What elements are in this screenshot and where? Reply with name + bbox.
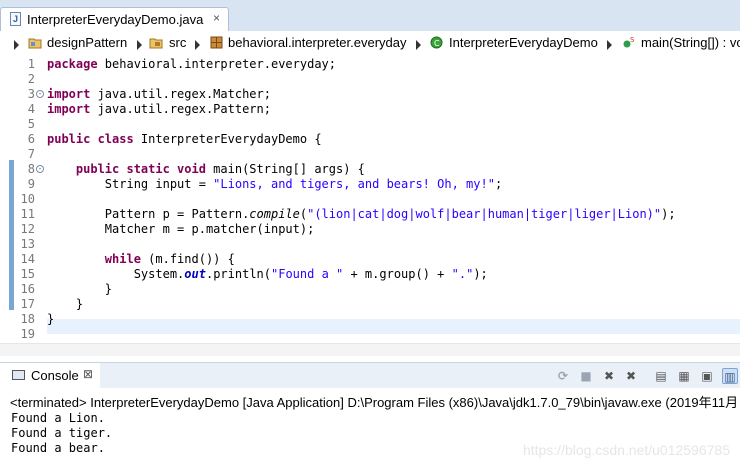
svg-text:C: C bbox=[434, 39, 440, 48]
console-output-line: Found a tiger. bbox=[11, 426, 113, 440]
remove-all-terminated-icon[interactable]: ✖ bbox=[623, 368, 639, 384]
code-line-18: } bbox=[47, 312, 55, 326]
breadcrumb-item-class[interactable]: InterpreterEverydayDemo bbox=[449, 35, 598, 50]
line-number: 3 bbox=[27, 87, 35, 101]
chevron-right-icon bbox=[195, 40, 200, 50]
code-line-3: import java.util.regex.Matcher; bbox=[47, 87, 271, 101]
chevron-right-icon bbox=[607, 40, 612, 50]
line-number: 8 bbox=[27, 162, 35, 176]
line-number: 16 bbox=[20, 282, 35, 296]
code-line-9: String input = "Lions, and tigers, and b… bbox=[104, 177, 503, 191]
horizontal-scrollbar[interactable] bbox=[0, 343, 740, 356]
line-number: 1 bbox=[27, 57, 35, 71]
code-line-11: Pattern p = Pattern.compile("(lion|cat|d… bbox=[104, 207, 676, 221]
line-number: 12 bbox=[20, 222, 35, 236]
terminate-icon[interactable]: ■ bbox=[578, 368, 594, 384]
line-number: 15 bbox=[20, 267, 35, 281]
line-number: 17 bbox=[20, 297, 35, 311]
line-number: 7 bbox=[27, 147, 35, 161]
fold-toggle-icon[interactable]: - bbox=[36, 90, 44, 98]
line-number: 13 bbox=[20, 237, 35, 251]
code-editor[interactable]: 1 2 3 4 5 6 7 8 9 10 11 12 13 14 15 16 1… bbox=[0, 55, 740, 356]
clear-console-icon[interactable]: ▤ bbox=[653, 368, 669, 384]
line-number: 14 bbox=[20, 252, 35, 266]
java-file-icon: J bbox=[10, 12, 21, 26]
show-on-output-icon[interactable]: ▣ bbox=[699, 368, 715, 384]
line-number: 4 bbox=[27, 102, 35, 116]
line-number: 19 bbox=[20, 327, 35, 341]
pin-console-icon[interactable]: ▥ bbox=[722, 368, 738, 384]
console-tab[interactable]: Console ⊠ bbox=[0, 363, 100, 388]
project-icon bbox=[28, 38, 42, 49]
package-folder-icon bbox=[149, 38, 163, 49]
code-line-15: System.out.println("Found a " + m.group(… bbox=[133, 267, 488, 281]
svg-text:S: S bbox=[630, 36, 635, 44]
line-number: 18 bbox=[20, 312, 35, 326]
breadcrumb-item-project[interactable]: designPattern bbox=[47, 35, 127, 50]
class-icon: C bbox=[430, 36, 443, 49]
method-icon: S bbox=[623, 36, 635, 48]
breadcrumb-item-package[interactable]: behavioral.interpreter.everyday bbox=[228, 35, 407, 50]
code-line-8: public static void main(String[] args) { bbox=[75, 162, 365, 176]
code-line-16: } bbox=[104, 282, 113, 296]
close-console-icon[interactable]: ⊠ bbox=[83, 367, 93, 381]
remove-launch-icon[interactable]: ✖ bbox=[601, 368, 617, 384]
console-tab-label: Console bbox=[31, 368, 79, 383]
chevron-right-icon bbox=[14, 40, 19, 50]
editor-tab[interactable]: J InterpreterEverydayDemo.java × bbox=[0, 7, 229, 31]
line-number: 9 bbox=[27, 177, 35, 191]
line-number: 11 bbox=[20, 207, 35, 221]
editor-tab-strip: J InterpreterEverydayDemo.java × bbox=[0, 0, 740, 31]
current-line-highlight bbox=[47, 319, 740, 334]
console-output-line: Found a Lion. bbox=[11, 411, 105, 425]
console-output[interactable]: <terminated> InterpreterEverydayDemo [Ja… bbox=[0, 388, 740, 472]
left-ruler bbox=[0, 55, 6, 355]
console-output-line: Found a bear. bbox=[11, 441, 105, 455]
line-number: 2 bbox=[27, 72, 35, 86]
code-line-17: } bbox=[75, 297, 84, 311]
line-number: 6 bbox=[27, 132, 35, 146]
line-number: 10 bbox=[20, 192, 35, 206]
console-toolbar: Console ⊠ ⟳ ■ ✖ ✖ ▤ ▦ ▣ ▥ bbox=[0, 362, 740, 388]
close-tab-icon[interactable]: × bbox=[213, 11, 220, 25]
breadcrumb-item-method[interactable]: main(String[]) : vo bbox=[641, 35, 740, 50]
code-line-14: while (m.find()) { bbox=[104, 252, 235, 266]
editor-tab-label: InterpreterEverydayDemo.java bbox=[27, 12, 204, 27]
relaunch-icon[interactable]: ⟳ bbox=[555, 368, 571, 384]
chevron-right-icon bbox=[137, 40, 142, 50]
code-line-6: public class InterpreterEverydayDemo { bbox=[47, 132, 322, 146]
console-status: <terminated> InterpreterEverydayDemo [Ja… bbox=[10, 395, 739, 410]
package-icon bbox=[210, 36, 223, 49]
breadcrumb: designPattern src behavioral.interpreter… bbox=[0, 31, 740, 56]
scroll-lock-icon[interactable]: ▦ bbox=[676, 368, 692, 384]
fold-toggle-icon[interactable]: - bbox=[36, 165, 44, 173]
console-icon bbox=[12, 370, 25, 380]
code-line-12: Matcher m = p.matcher(input); bbox=[104, 222, 315, 236]
watermark: https://blog.csdn.net/u012596785 bbox=[522, 442, 730, 458]
chevron-right-icon bbox=[416, 40, 421, 50]
code-line-4: import java.util.regex.Pattern; bbox=[47, 102, 271, 116]
code-line-1: package behavioral.interpreter.everyday; bbox=[47, 57, 336, 71]
line-number: 5 bbox=[27, 117, 35, 131]
breadcrumb-item-src[interactable]: src bbox=[169, 35, 186, 50]
